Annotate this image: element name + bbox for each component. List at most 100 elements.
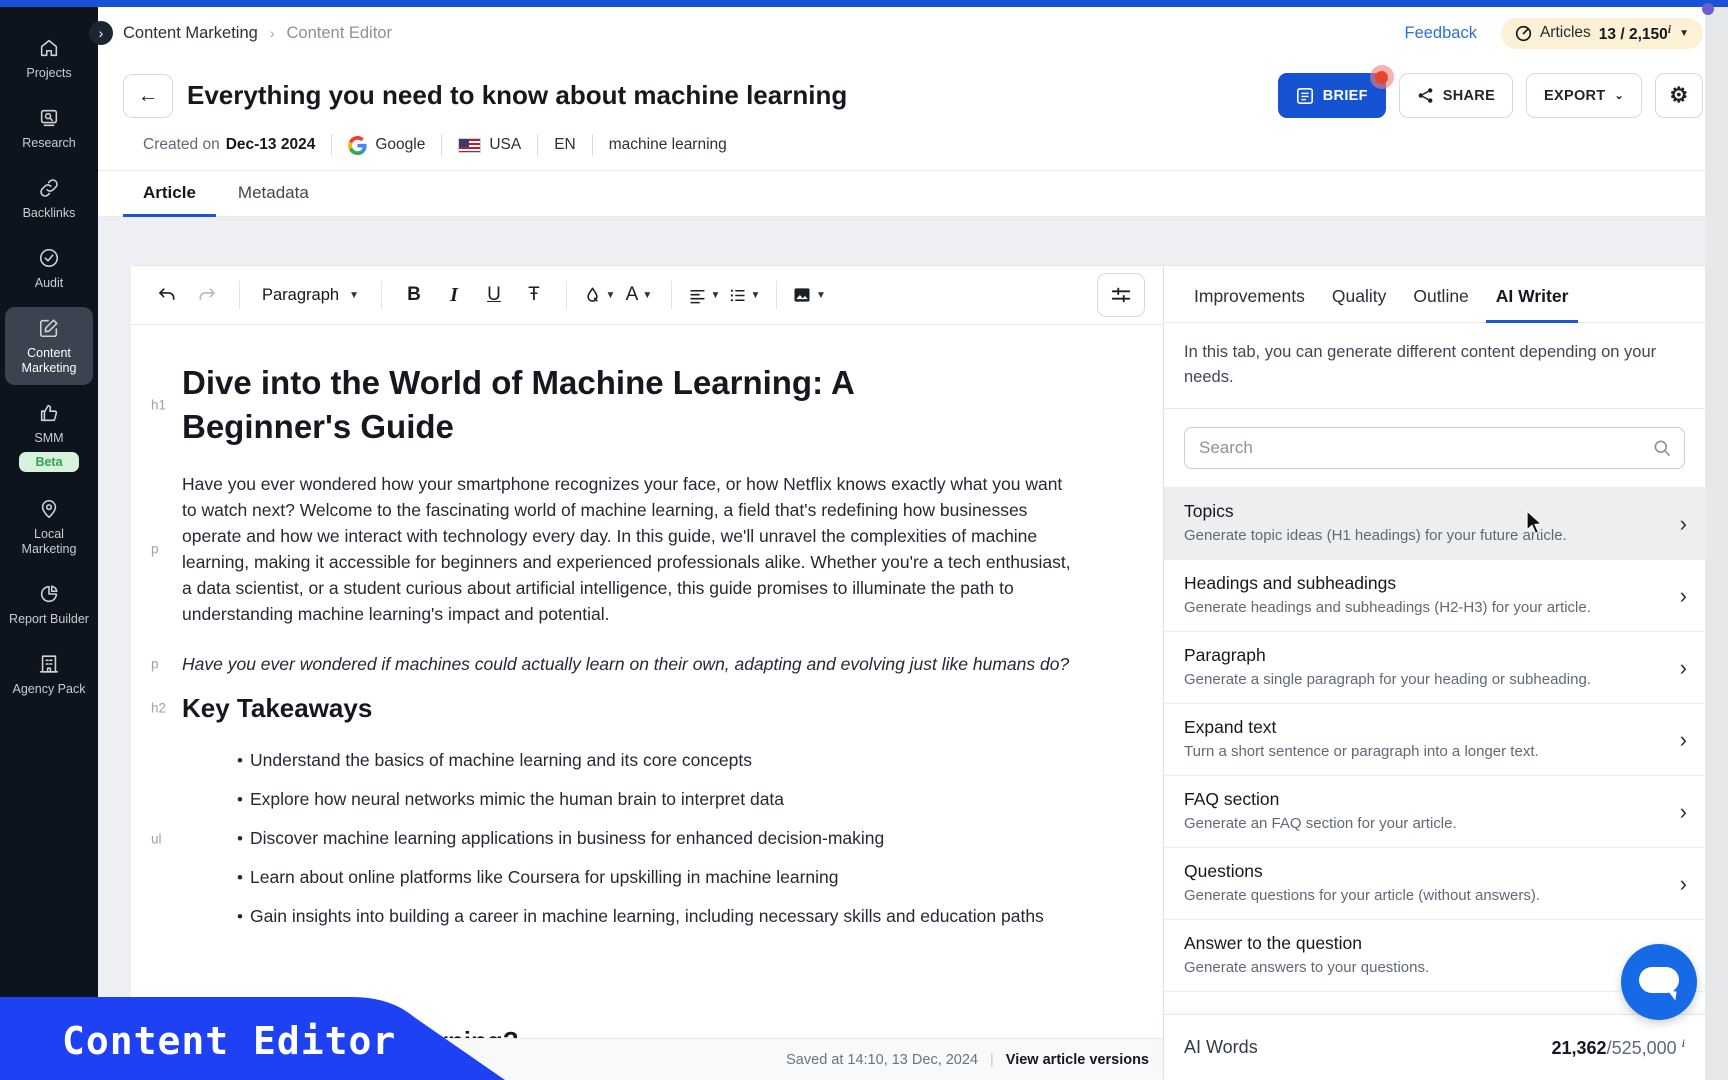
italic-button[interactable]: I: [436, 277, 472, 313]
ai-generator-list: Topics Generate topic ideas (H1 headings)…: [1164, 487, 1705, 1014]
sidebar-item-content-marketing[interactable]: Content Marketing: [5, 307, 93, 385]
list-button[interactable]: ▼: [726, 277, 762, 313]
redo-button[interactable]: [189, 277, 225, 313]
export-caret-icon: ⌄: [1614, 90, 1624, 102]
sidebar-item-backlinks[interactable]: Backlinks: [5, 167, 93, 230]
info-superscript: i: [1667, 21, 1672, 36]
highlight-color-button[interactable]: ▼: [581, 277, 617, 313]
bold-button[interactable]: B: [396, 277, 432, 313]
ai-option-title: Answer to the question: [1184, 933, 1363, 953]
article-body[interactable]: h1 Dive into the World of Machine Learnin…: [131, 325, 1163, 1038]
article-paragraph-italic: p Have you ever wondered if machines coul…: [151, 654, 1070, 674]
audit-check-icon: [37, 246, 61, 270]
feedback-link[interactable]: Feedback: [1405, 24, 1477, 43]
brief-notification-dot: [1369, 65, 1394, 89]
top-accent-bar: [0, 0, 1728, 7]
building-icon: [37, 652, 61, 676]
search-engine-item: Google: [348, 135, 425, 155]
sidebar-item-smm[interactable]: SMM Beta: [5, 392, 93, 481]
ai-option-paragraph[interactable]: Paragraph Generate a single paragraph for…: [1164, 632, 1705, 704]
sidebar-item-local-marketing[interactable]: Local Marketing: [5, 488, 93, 566]
panel-search: [1184, 427, 1685, 469]
back-button[interactable]: ←: [123, 73, 173, 118]
chevron-down-icon: ▼: [816, 289, 826, 301]
ai-option-description: Generate a single paragraph for your hea…: [1184, 671, 1591, 688]
image-icon: [794, 288, 810, 302]
gear-icon: ⚙: [1669, 84, 1689, 107]
tab-article[interactable]: Article: [123, 171, 216, 217]
paragraph-style-select[interactable]: Paragraph ▼: [254, 286, 367, 305]
brief-list-icon: [1296, 87, 1313, 104]
chevron-down-icon: ▼: [710, 289, 721, 301]
link-icon: [37, 176, 61, 200]
search-input[interactable]: [1184, 427, 1685, 469]
underline-button[interactable]: U: [476, 277, 512, 313]
created-label: Created on: [143, 136, 220, 153]
content-editor-banner: Content Editor: [0, 997, 505, 1080]
ai-option-description: Generate answers to your questions.: [1184, 959, 1430, 976]
align-button[interactable]: ▼: [686, 277, 722, 313]
ai-option-title: Questions: [1184, 861, 1263, 881]
panel-tab-outline[interactable]: Outline: [1413, 286, 1468, 322]
breadcrumb-parent[interactable]: Content Marketing: [123, 24, 258, 43]
country-item: USA: [458, 136, 521, 154]
chevron-right-icon: ›: [1679, 798, 1687, 824]
ai-words-value: 21,362/525,000 i: [1551, 1036, 1686, 1058]
pill-caret-icon: ▼: [1679, 27, 1689, 39]
text-color-button[interactable]: A ▼: [621, 277, 657, 313]
sidebar-item-research[interactable]: Research: [5, 97, 93, 160]
chevron-right-icon: ›: [1679, 582, 1687, 608]
sidebar-nav: Projects Research Backlinks Audit Content Ma…: [0, 7, 98, 713]
usa-flag-icon: [458, 137, 482, 153]
sidebar-item-label: Audit: [34, 276, 64, 290]
settings-button[interactable]: ⚙: [1655, 73, 1703, 118]
editor-card: Paragraph ▼ B I U Ŧ ▼ A ▼ ▼ ▼ ▼ h1 Dive …: [131, 265, 1163, 1080]
article-bullet-list: ul • Understand the basics of machine lear…: [151, 741, 1078, 936]
ai-option-questions[interactable]: Questions Generate questions for your art…: [1164, 848, 1705, 920]
sidebar-item-projects[interactable]: Projects: [5, 27, 93, 90]
sidebar-item-agency-pack[interactable]: Agency Pack: [5, 643, 93, 706]
share-button[interactable]: SHARE: [1398, 73, 1514, 118]
view-versions-link[interactable]: View article versions: [1006, 1052, 1149, 1068]
chevron-down-icon: ▼: [750, 289, 761, 301]
chevron-right-icon: ›: [1679, 654, 1687, 680]
breadcrumb-row: › Content Marketing › Content Editor Fee…: [89, 7, 1728, 59]
sidebar-item-label: Agency Pack: [12, 682, 86, 696]
sidebar-item-audit[interactable]: Audit: [5, 237, 93, 300]
export-button[interactable]: EXPORT ⌄: [1526, 73, 1642, 118]
ai-option-title: Headings and subheadings: [1184, 573, 1397, 593]
ai-option-title: Topics: [1184, 501, 1234, 521]
language-item: EN: [554, 136, 576, 153]
brief-button[interactable]: BRIEF: [1277, 65, 1394, 118]
home-icon: [37, 36, 61, 60]
ai-option-headings-and-subheadings[interactable]: Headings and subheadings Generate heading…: [1164, 560, 1705, 632]
ai-option-faq-section[interactable]: FAQ section Generate an FAQ section for y…: [1164, 776, 1705, 848]
ai-words-footer: AI Words 21,362/525,000 i: [1164, 1014, 1705, 1080]
article-meta-row: Created on Dec-13 2024 Google USA EN mac…: [98, 124, 1728, 171]
ai-option-title: Expand text: [1184, 717, 1277, 737]
panel-tab-improvements[interactable]: Improvements: [1194, 286, 1305, 322]
editor-toolbar: Paragraph ▼ B I U Ŧ ▼ A ▼ ▼ ▼ ▼: [131, 266, 1163, 325]
article-h1: h1 Dive into the World of Machine Learnin…: [151, 364, 854, 445]
strikethrough-button[interactable]: Ŧ: [516, 277, 552, 313]
sidebar-item-label: SMM: [34, 431, 64, 445]
editor-settings-button[interactable]: [1097, 273, 1145, 317]
right-margin-strip: [1705, 7, 1728, 1080]
chat-button[interactable]: [1621, 944, 1697, 1020]
insert-image-button[interactable]: ▼: [791, 277, 827, 313]
panel-tab-ai-writer[interactable]: AI Writer: [1485, 286, 1578, 323]
undo-button[interactable]: [149, 277, 185, 313]
sidebar-item-report-builder[interactable]: Report Builder: [5, 573, 93, 636]
tab-metadata[interactable]: Metadata: [228, 171, 319, 216]
articles-label: Articles: [1539, 24, 1591, 41]
saved-status: Saved at 14:10, 13 Dec, 2024: [786, 1051, 979, 1068]
ai-option-topics[interactable]: Topics Generate topic ideas (H1 headings)…: [1164, 487, 1705, 560]
search-icon: [1654, 440, 1670, 456]
sidebar-expand-button[interactable]: ›: [89, 21, 113, 45]
ai-option-description: Turn a short sentence or paragraph into …: [1184, 743, 1539, 760]
ai-option-expand-text[interactable]: Expand text Turn a short sentence or para…: [1164, 704, 1705, 776]
list-item: • Learn about online platforms like Cours…: [237, 867, 839, 887]
sidebar: Projects Research Backlinks Audit Content Ma…: [0, 7, 98, 1080]
panel-tab-quality[interactable]: Quality: [1332, 286, 1386, 322]
articles-quota-pill[interactable]: Articles 13 / 2,150i ▼: [1500, 17, 1703, 49]
